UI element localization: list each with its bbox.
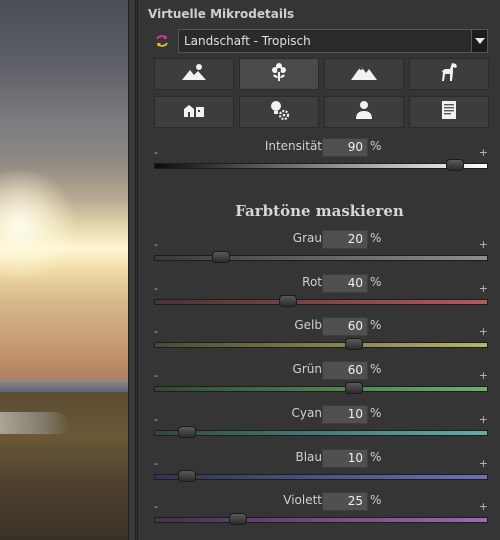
hue-slider-label: Grau: [292, 231, 322, 245]
hue-slider-gelb: Gelb 60% - +: [154, 317, 488, 354]
hue-slider-violett: Violett 25% - +: [154, 492, 488, 529]
minus-sign: -: [154, 457, 158, 470]
hue-slider-unit: %: [370, 406, 382, 420]
plus-sign: +: [478, 369, 488, 382]
hue-slider-thumb[interactable]: [178, 426, 197, 438]
plus-sign: +: [478, 413, 488, 426]
hue-slider-thumb[interactable]: [278, 295, 297, 307]
intensity-slider-track[interactable]: [154, 163, 488, 169]
landscape-preset-button[interactable]: [154, 58, 234, 90]
person-preset-button[interactable]: [324, 96, 404, 128]
intensity-slider-thumb[interactable]: [445, 159, 464, 171]
hue-slider-value-input[interactable]: 60: [322, 361, 368, 380]
panel-title: Virtuelle Mikrodetails: [148, 7, 295, 21]
hue-slider-track[interactable]: [154, 299, 488, 305]
plus-sign: +: [478, 457, 488, 470]
plus-sign: +: [478, 238, 488, 251]
hue-slider-unit: %: [370, 275, 382, 289]
minus-sign: -: [154, 413, 158, 426]
hue-slider-unit: %: [370, 362, 382, 376]
hue-slider-track[interactable]: [154, 255, 488, 261]
hue-slider-track[interactable]: [154, 430, 488, 436]
preset-dropdown-value: Landschaft - Tropisch: [184, 34, 311, 48]
minus-sign: -: [154, 500, 158, 513]
landscape-icon: [180, 61, 208, 87]
hue-slider-label: Cyan: [291, 406, 322, 420]
intensity-unit: %: [370, 139, 382, 153]
hue-slider-label: Blau: [295, 450, 322, 464]
micro-details-panel: Virtuelle Mikrodetails Landschaft - Trop…: [137, 0, 500, 540]
panel-splitter[interactable]: [128, 0, 136, 540]
hue-slider-cyan: Cyan 10% - +: [154, 405, 488, 442]
light-bulb-gear-icon: [265, 99, 293, 125]
hue-slider-thumb[interactable]: [228, 513, 247, 525]
plus-sign: +: [478, 500, 488, 513]
hue-slider-value-input[interactable]: 10: [322, 405, 368, 424]
plus-sign: +: [478, 282, 488, 295]
hue-slider-thumb[interactable]: [345, 382, 364, 394]
minus-sign: -: [154, 282, 158, 295]
hue-slider-unit: %: [370, 231, 382, 245]
hue-slider-value-input[interactable]: 25: [322, 492, 368, 511]
hue-slider-track[interactable]: [154, 474, 488, 480]
minus-sign: -: [154, 325, 158, 338]
section-title: Farbtöne maskieren: [235, 202, 404, 220]
hue-slider-blau: Blau 10% - +: [154, 449, 488, 486]
intensity-slider-group: Intensität 90 % - +: [154, 138, 488, 175]
flower-icon: [265, 61, 293, 87]
sun-glow: [0, 170, 80, 280]
hue-slider-track[interactable]: [154, 342, 488, 348]
hue-slider-label: Grün: [292, 362, 322, 376]
preset-row: Landschaft - Tropisch: [154, 29, 488, 53]
hue-slider-unit: %: [370, 318, 382, 332]
flower-preset-button[interactable]: [239, 58, 319, 90]
hue-slider-gruen: Grün 60% - +: [154, 361, 488, 398]
mountain-preset-button[interactable]: [324, 58, 404, 90]
person-icon: [350, 99, 378, 125]
hue-slider-unit: %: [370, 450, 382, 464]
intensity-label: Intensität: [264, 139, 322, 153]
randomize-icon[interactable]: [154, 33, 170, 49]
hue-slider-label: Gelb: [294, 318, 322, 332]
minus-sign: -: [154, 369, 158, 382]
hue-slider-grau: Grau 20% - +: [154, 230, 488, 267]
horse-icon: [435, 61, 463, 87]
mountain-icon: [350, 61, 378, 87]
hue-slider-unit: %: [370, 493, 382, 507]
plus-sign: +: [478, 325, 488, 338]
rocky-shore: [0, 392, 128, 540]
document-preset-button[interactable]: [409, 96, 489, 128]
hue-slider-label: Violett: [283, 493, 322, 507]
chevron-down-icon[interactable]: [471, 30, 487, 52]
hue-slider-thumb[interactable]: [178, 470, 197, 482]
intensity-value-input[interactable]: 90: [322, 138, 368, 157]
photo-preview: [0, 0, 128, 540]
plus-sign: +: [478, 146, 488, 159]
horse-preset-button[interactable]: [409, 58, 489, 90]
light-bulb-gear-preset-button[interactable]: [239, 96, 319, 128]
hue-slider-value-input[interactable]: 60: [322, 317, 368, 336]
hue-slider-label: Rot: [302, 275, 322, 289]
document-icon: [435, 99, 463, 125]
hue-slider-track[interactable]: [154, 386, 488, 392]
hue-slider-value-input[interactable]: 20: [322, 230, 368, 249]
hue-slider-track[interactable]: [154, 517, 488, 523]
preset-dropdown[interactable]: Landschaft - Tropisch: [178, 29, 488, 53]
hue-slider-thumb[interactable]: [345, 338, 364, 350]
hue-slider-value-input[interactable]: 40: [322, 274, 368, 293]
hue-slider-rot: Rot 40% - +: [154, 274, 488, 311]
minus-sign: -: [154, 146, 158, 159]
hue-slider-value-input[interactable]: 10: [322, 449, 368, 468]
buildings-preset-button[interactable]: [154, 96, 234, 128]
buildings-icon: [180, 99, 208, 125]
hue-slider-thumb[interactable]: [211, 251, 230, 263]
minus-sign: -: [154, 238, 158, 251]
